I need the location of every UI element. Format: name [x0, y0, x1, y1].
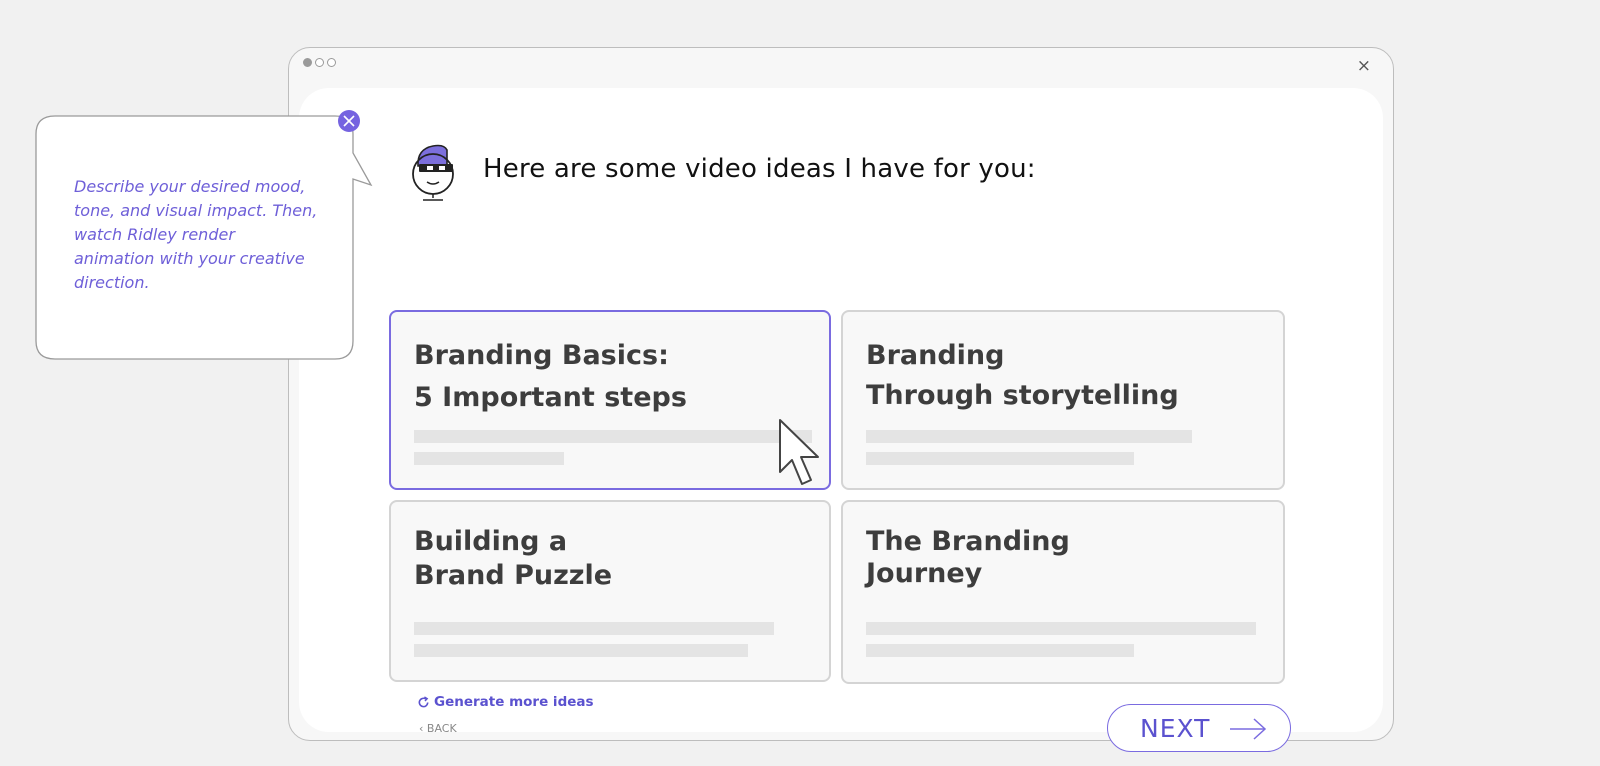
window-dot-2[interactable]	[315, 58, 324, 67]
idea-card-title-line2: Brand Puzzle	[414, 560, 613, 591]
app-window: × Here are some video ideas I have for y…	[288, 47, 1394, 752]
idea-card-title-line2: Journey	[866, 558, 983, 589]
idea-card-title-line1: Branding Basics:	[414, 340, 669, 371]
placeholder-line	[866, 430, 1192, 443]
window-dot-3[interactable]	[327, 58, 336, 67]
back-link[interactable]: ‹ BACK	[419, 722, 457, 735]
placeholder-line	[866, 644, 1134, 657]
placeholder-line	[414, 452, 564, 465]
generate-more-ideas-link[interactable]: Generate more ideas	[417, 694, 594, 710]
idea-card-title-line1: Branding	[866, 340, 1005, 371]
placeholder-line	[866, 622, 1256, 635]
mouse-cursor-icon	[779, 419, 819, 485]
main-panel: Here are some video ideas I have for you…	[299, 88, 1383, 752]
help-tooltip: Describe your desired mood, tone, and vi…	[35, 110, 373, 361]
tooltip-text: Describe your desired mood, tone, and vi…	[74, 177, 318, 292]
idea-card-title-line2: Through storytelling	[866, 380, 1179, 411]
idea-card-3[interactable]: Building a Brand Puzzle	[389, 500, 831, 682]
next-button-label: NEXT	[1140, 713, 1211, 743]
window-dot-1[interactable]	[303, 58, 312, 67]
placeholder-line	[414, 622, 774, 635]
window-controls	[303, 58, 336, 67]
avatar-icon	[412, 144, 454, 201]
idea-card-4[interactable]: The Branding Journey	[841, 500, 1285, 684]
placeholder-line	[414, 430, 812, 443]
close-icon[interactable]: ×	[1357, 58, 1371, 75]
idea-card-2[interactable]: Branding Through storytelling	[841, 310, 1285, 490]
page-heading: Here are some video ideas I have for you…	[483, 154, 1036, 184]
idea-card-1[interactable]: Branding Basics: 5 Important steps	[389, 310, 831, 490]
tooltip-close-icon[interactable]	[337, 109, 361, 133]
idea-card-title-line2: 5 Important steps	[414, 382, 687, 413]
next-button[interactable]: NEXT	[1107, 704, 1291, 752]
placeholder-line	[414, 644, 748, 657]
generate-more-ideas-label: Generate more ideas	[434, 694, 594, 710]
placeholder-line	[866, 452, 1134, 465]
arrow-right-icon	[1230, 718, 1267, 740]
refresh-icon	[418, 695, 429, 707]
